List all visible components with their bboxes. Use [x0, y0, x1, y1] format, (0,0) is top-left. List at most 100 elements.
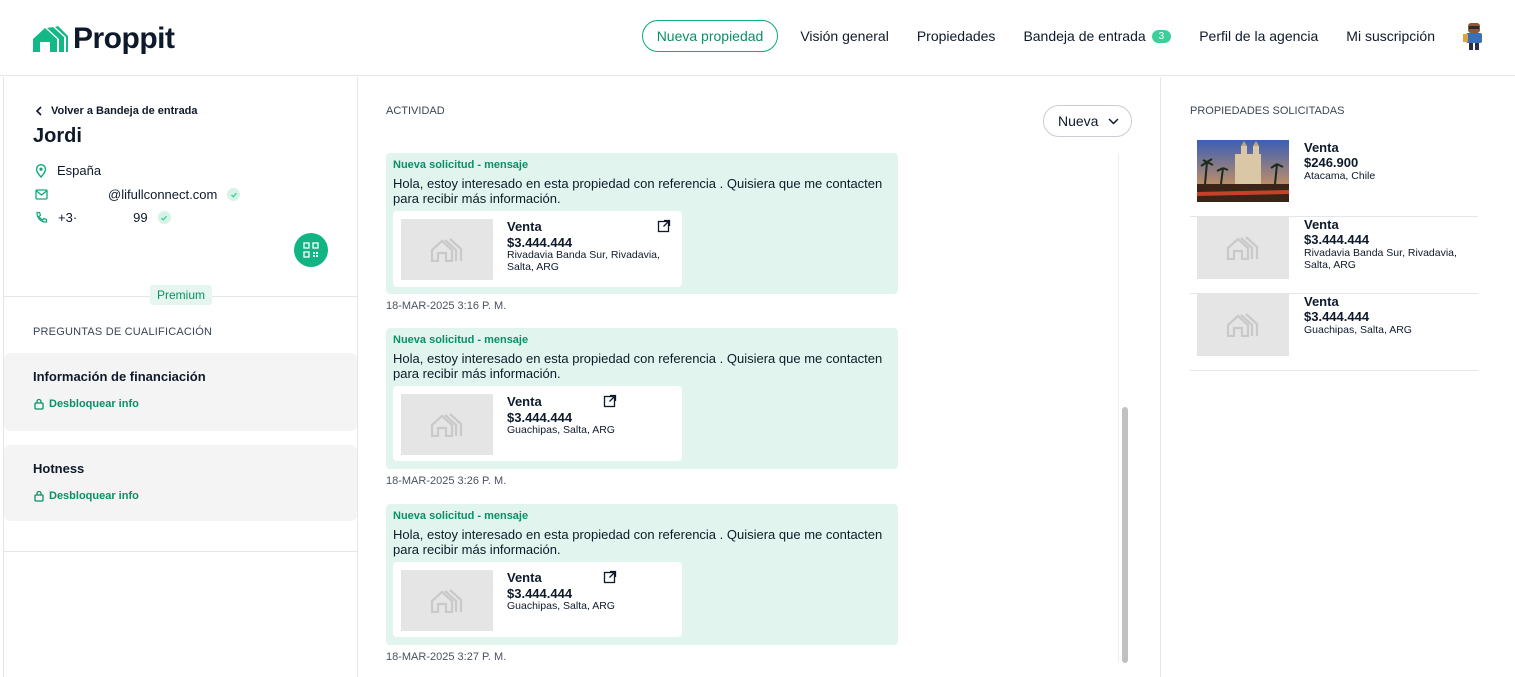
unlock-label: Desbloquear info [49, 398, 139, 410]
premium-badge: Premium [150, 285, 213, 305]
property-card[interactable]: Venta $3.444.444 Guachipas, Salta, ARG [393, 562, 682, 637]
back-label: Volver a Bandeja de entrada [51, 105, 198, 117]
location-pin-icon [35, 163, 47, 178]
property-price: $246.900 [1304, 155, 1359, 170]
house-placeholder-icon [430, 412, 463, 437]
house-placeholder-icon [430, 588, 463, 613]
property-type: Venta [1304, 294, 1339, 309]
contact-panel: Volver a Bandeja de entrada Jordi España… [3, 77, 358, 677]
hotness-card: Hotness Desbloquear info [4, 445, 357, 521]
qualification-title: PREGUNTAS DE CUALIFICACIÓN [33, 326, 213, 338]
message-card: Nueva solicitud - mensaje Hola, estoy in… [386, 504, 898, 645]
property-location: Guachipas, Salta, ARG [1304, 324, 1412, 336]
message-card: Nueva solicitud - mensaje Hola, estoy in… [386, 328, 898, 469]
message-timestamp: 18-MAR-2025 3:26 P. M. [386, 475, 507, 487]
activity-title: ACTIVIDAD [386, 105, 445, 117]
message-heading: Nueva solicitud - mensaje [393, 334, 529, 346]
property-location: Rivadavia Banda Sur, Rivadavia, Salta, A… [1304, 247, 1457, 271]
property-price: $3.444.444 [507, 410, 573, 425]
external-link-icon[interactable] [603, 394, 617, 408]
house-logo-icon [33, 26, 68, 52]
message-heading: Nueva solicitud - mensaje [393, 510, 529, 522]
hotness-title: Hotness [33, 461, 85, 476]
logo-text: Proppit [73, 22, 175, 55]
mail-icon [35, 189, 48, 200]
property-type: Venta [1304, 140, 1339, 155]
contact-email-row: @lifullconnect.com [35, 187, 241, 202]
divider [4, 551, 357, 552]
property-thumbnail [401, 394, 493, 455]
qr-code-button[interactable] [294, 233, 328, 267]
requested-property-item[interactable]: Venta $246.900 Atacama, Chile [1190, 140, 1478, 217]
contact-country: España [57, 163, 102, 178]
user-avatar[interactable] [1461, 21, 1487, 51]
property-price: $3.444.444 [1304, 232, 1370, 247]
property-card[interactable]: Venta $3.444.444 Guachipas, Salta, ARG [393, 386, 682, 461]
verified-check-icon [227, 188, 241, 201]
verified-check-icon [157, 211, 171, 224]
financing-info-title: Información de financiación [33, 369, 206, 384]
house-placeholder-icon [1226, 313, 1259, 337]
requested-property-item[interactable]: Venta $3.444.444 Rivadavia Banda Sur, Ri… [1190, 217, 1478, 294]
nav-properties[interactable]: Propiedades [917, 28, 996, 44]
nav-inbox[interactable]: Bandeja de entrada 3 [1023, 28, 1172, 44]
cathedral-photo-icon [1197, 140, 1289, 202]
property-thumbnail [1197, 217, 1289, 279]
property-price: $3.444.444 [1304, 309, 1370, 324]
back-to-inbox-link[interactable]: Volver a Bandeja de entrada [35, 105, 198, 117]
unlock-label: Desbloquear info [49, 490, 139, 502]
contact-phone-suffix: 99 [133, 210, 148, 225]
property-type: Venta [1304, 217, 1339, 232]
requested-property-item[interactable]: Venta $3.444.444 Guachipas, Salta, ARG [1190, 294, 1478, 371]
phone-icon [36, 211, 48, 223]
property-location: Rivadavia Banda Sur, Rivadavia, Salta, A… [507, 249, 660, 273]
message-body: Hola, estoy interesado en esta propiedad… [393, 351, 883, 381]
inbox-count-badge: 3 [1151, 29, 1172, 43]
house-placeholder-icon [1226, 236, 1259, 260]
property-location: Atacama, Chile [1304, 170, 1376, 182]
scrollbar-thumb[interactable] [1122, 407, 1128, 663]
property-card[interactable]: Venta $3.444.444 Rivadavia Banda Sur, Ri… [393, 211, 682, 287]
chevron-down-icon [1108, 117, 1119, 125]
sort-label: Nueva [1058, 113, 1099, 129]
property-location: Guachipas, Salta, ARG [507, 424, 615, 436]
property-thumbnail [401, 219, 493, 280]
message-timestamp: 18-MAR-2025 3:27 P. M. [386, 651, 507, 663]
qr-code-icon [303, 242, 319, 258]
message-body: Hola, estoy interesado en esta propiedad… [393, 176, 883, 206]
lock-icon [34, 490, 44, 502]
nav-overview[interactable]: Visión general [800, 28, 888, 44]
nav-subscription[interactable]: Mi suscripción [1346, 28, 1435, 44]
property-type: Venta [507, 570, 542, 585]
external-link-icon[interactable] [603, 570, 617, 584]
contact-phone-row: +3· 99 [35, 210, 171, 225]
main-nav: Nueva propiedad Visión general Propiedad… [641, 20, 1487, 52]
contact-email[interactable]: @lifullconnect.com [108, 187, 217, 202]
unlock-hotness-link[interactable]: Desbloquear info [34, 490, 139, 502]
property-thumbnail [401, 570, 493, 631]
financing-info-card: Información de financiación Desbloquear … [4, 353, 357, 431]
message-timestamp: 18-MAR-2025 3:16 P. M. [386, 300, 507, 312]
proppit-logo[interactable]: Proppit [31, 22, 175, 56]
activity-panel: ACTIVIDAD Nueva Nueva solicitud - mensaj… [358, 77, 1161, 677]
property-type: Venta [507, 394, 542, 409]
property-price: $3.444.444 [507, 235, 573, 250]
requested-properties-panel: PROPIEDADES SOLICITADAS Venta $246.900 A… [1161, 77, 1515, 677]
new-property-button[interactable]: Nueva propiedad [641, 20, 779, 52]
unlock-financing-link[interactable]: Desbloquear info [34, 398, 139, 410]
requested-properties-title: PROPIEDADES SOLICITADAS [1190, 105, 1345, 117]
property-photo [1197, 140, 1289, 202]
activity-scrollbar[interactable] [1118, 153, 1131, 663]
top-header: Proppit Nueva propiedad Visión general P… [0, 0, 1515, 76]
contact-country-row: España [35, 163, 101, 178]
property-location: Guachipas, Salta, ARG [507, 600, 615, 612]
external-link-icon[interactable] [657, 219, 671, 233]
property-thumbnail [1197, 294, 1289, 356]
contact-name: Jordi [33, 125, 82, 147]
nav-agency-profile[interactable]: Perfil de la agencia [1199, 28, 1318, 44]
house-placeholder-icon [430, 237, 463, 262]
nav-inbox-label: Bandeja de entrada [1023, 28, 1146, 44]
message-card: Nueva solicitud - mensaje Hola, estoy in… [386, 153, 898, 294]
sort-dropdown[interactable]: Nueva [1043, 105, 1132, 137]
property-type: Venta [507, 219, 542, 234]
